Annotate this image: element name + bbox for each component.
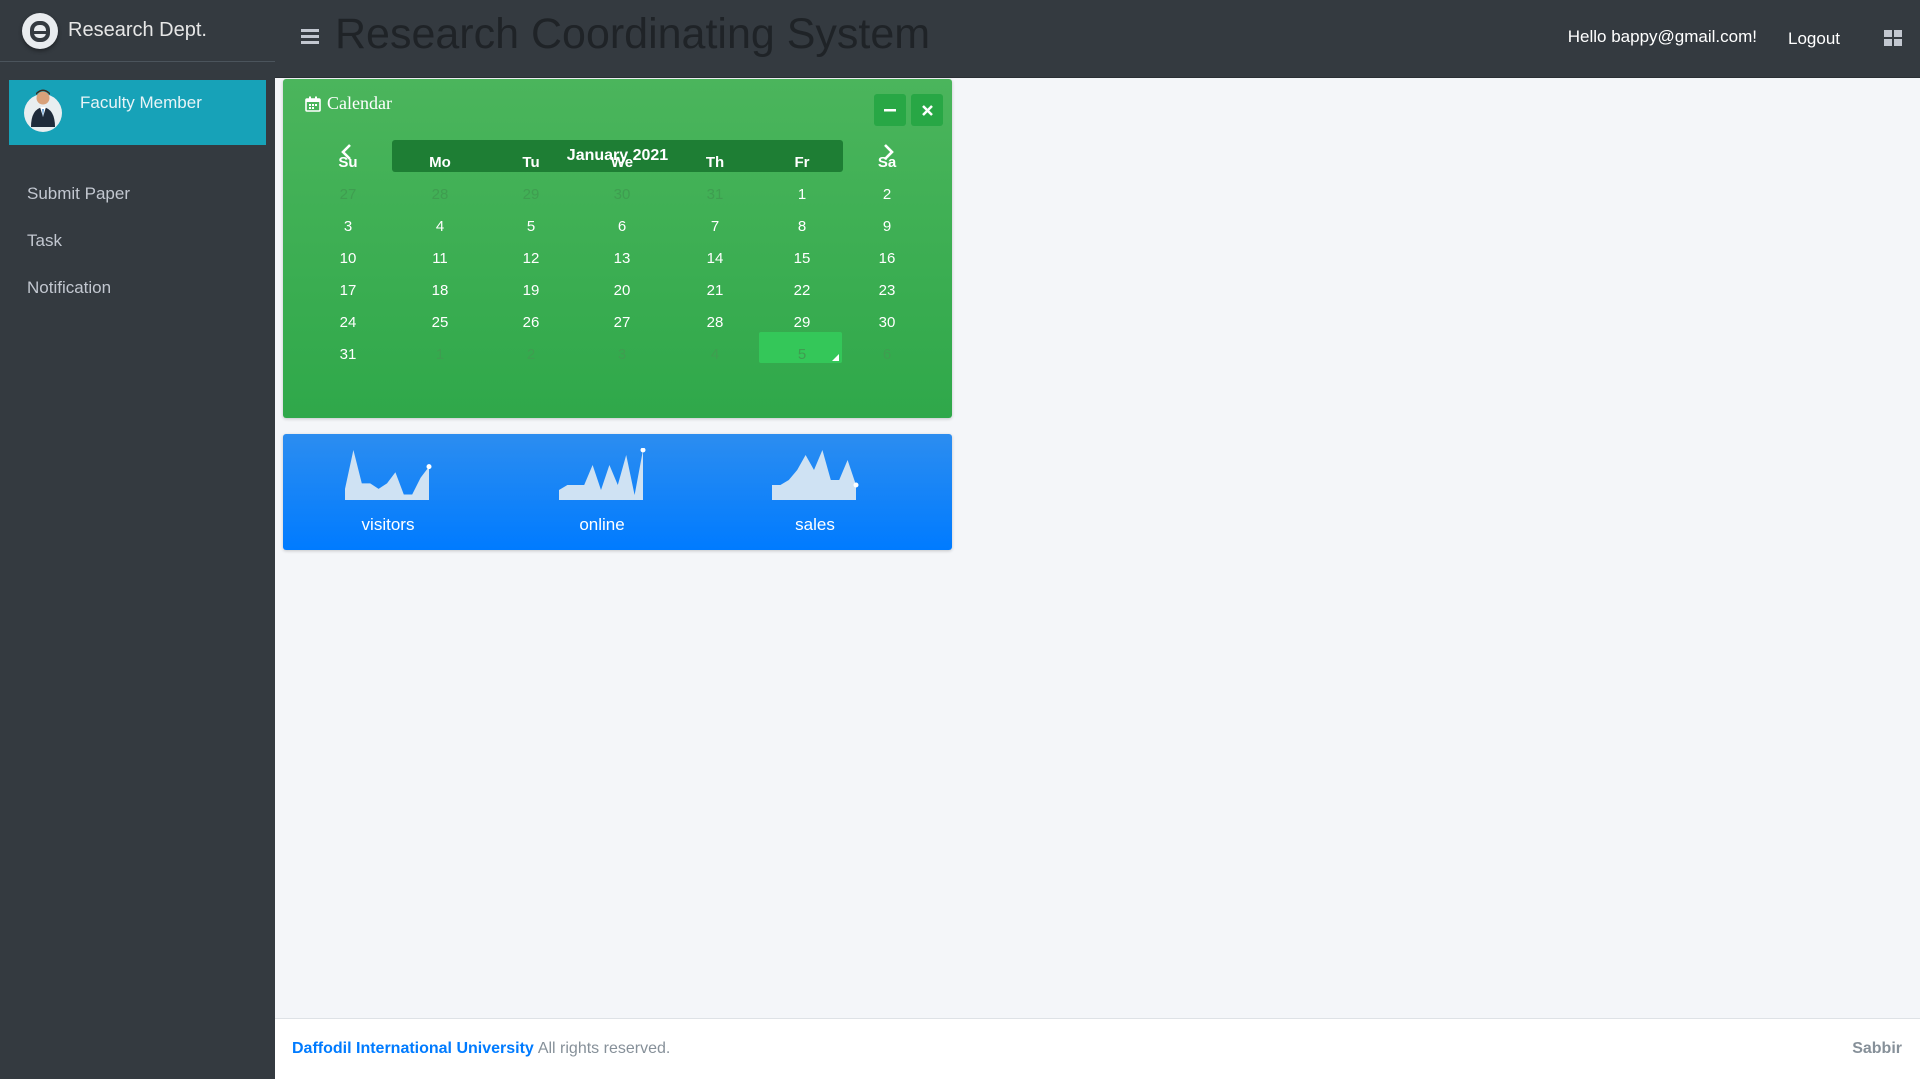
sidebar-nav: Submit Paper Task Notification	[0, 170, 275, 311]
calendar-day[interactable]: 4	[695, 346, 735, 363]
sparkline-label: visitors	[361, 515, 415, 534]
calendar-day[interactable]: 4	[420, 218, 460, 235]
sidebar: Research Dept. Faculty Member Submit Pap…	[0, 0, 275, 1079]
calendar-day[interactable]: 21	[695, 282, 735, 299]
calendar-day[interactable]: 24	[328, 314, 368, 331]
calendar-day[interactable]: 29	[511, 186, 551, 203]
calendar-day[interactable]: 28	[420, 186, 460, 203]
top-navbar: Research Coordinating System Hello bappy…	[275, 0, 1920, 78]
visitors-sparkline	[345, 450, 432, 500]
calendar-day[interactable]: 27	[328, 186, 368, 203]
calendar-day[interactable]: 8	[782, 218, 822, 235]
calendar-day[interactable]: 15	[782, 250, 822, 267]
page-title: Research Coordinating System	[335, 10, 931, 58]
calendar-day[interactable]: 30	[867, 314, 907, 331]
minimize-button[interactable]	[874, 94, 906, 126]
calendar-day[interactable]: 11	[420, 250, 460, 267]
calendar-day[interactable]: 20	[602, 282, 642, 299]
calendar-day[interactable]: 5	[782, 346, 822, 363]
weekday-header: Th	[705, 154, 725, 171]
sidebar-item-submit-paper[interactable]: Submit Paper	[0, 170, 275, 217]
sparkline-label: sales	[795, 515, 835, 534]
grid-icon[interactable]	[1884, 30, 1902, 46]
today-marker	[832, 354, 839, 361]
calendar-day[interactable]: 27	[602, 314, 642, 331]
online-sparkline-area	[559, 450, 643, 500]
logout-link[interactable]: Logout	[1788, 29, 1840, 49]
calendar-title: Calendar	[327, 93, 392, 113]
calendar-day[interactable]: 19	[511, 282, 551, 299]
calendar-day[interactable]: 1	[782, 186, 822, 203]
calendar-day[interactable]: 28	[695, 314, 735, 331]
calendar-day[interactable]: 3	[328, 218, 368, 235]
visitors-sparkline-area	[345, 450, 429, 500]
user-panel[interactable]: Faculty Member	[9, 80, 266, 145]
calendar-day[interactable]: 2	[511, 346, 551, 363]
weekday-header: We	[610, 154, 634, 171]
calendar-day[interactable]: 2	[867, 186, 907, 203]
close-button[interactable]	[911, 94, 943, 126]
calendar-day[interactable]: 18	[420, 282, 460, 299]
calendar-day[interactable]: 26	[511, 314, 551, 331]
user-name: Faculty Member	[80, 93, 202, 112]
sales-sparkline-area	[772, 450, 856, 500]
calendar-day[interactable]: 6	[867, 346, 907, 363]
calendar-card: Calendar January 2021 Su Mo Tu We Th Fr Sa 27 28…	[283, 79, 952, 418]
sparkline-card: visitors online sales	[283, 434, 952, 550]
user-greeting: Hello bappy@gmail.com!	[1567, 27, 1757, 46]
calendar-day[interactable]: 10	[328, 250, 368, 267]
calendar-day[interactable]: 31	[695, 186, 735, 203]
calendar-day[interactable]: 14	[695, 250, 735, 267]
online-sparkline-endpoint	[640, 447, 646, 453]
footer-author: Sabbir	[1852, 1040, 1902, 1057]
weekday-header: Fr	[794, 154, 810, 171]
calendar-day[interactable]: 17	[328, 282, 368, 299]
calendar-day[interactable]: 31	[328, 346, 368, 363]
weekday-header: Su	[338, 154, 358, 171]
calendar-day[interactable]: 29	[782, 314, 822, 331]
calendar-day[interactable]: 7	[695, 218, 735, 235]
calendar-day[interactable]: 25	[420, 314, 460, 331]
calendar-icon	[305, 96, 321, 112]
footer: Daffodil International University All ri…	[275, 1018, 1920, 1079]
weekday-header: Sa	[877, 154, 897, 171]
menu-toggle-icon[interactable]	[301, 29, 319, 47]
brand-text: Research Dept.	[68, 19, 207, 41]
online-sparkline	[559, 447, 646, 500]
calendar-day[interactable]: 30	[602, 186, 642, 203]
sparkline-sales: sales	[770, 448, 860, 535]
sparkline-label: online	[579, 515, 625, 534]
brand-link[interactable]: Research Dept.	[0, 0, 275, 62]
times-icon	[921, 104, 933, 116]
avatar	[24, 89, 62, 132]
footer-rights: All rights reserved.	[537, 1040, 671, 1057]
sales-sparkline-endpoint	[853, 482, 859, 488]
calendar-day[interactable]: 5	[511, 218, 551, 235]
calendar-day[interactable]: 22	[782, 282, 822, 299]
calendar-day[interactable]: 3	[602, 346, 642, 363]
brand-logo-icon	[22, 12, 58, 49]
calendar-day[interactable]: 23	[867, 282, 907, 299]
calendar-day[interactable]: 1	[420, 346, 460, 363]
sidebar-item-notification[interactable]: Notification	[0, 264, 275, 311]
calendar-day[interactable]: 6	[602, 218, 642, 235]
weekday-header: Mo	[429, 154, 451, 171]
calendar-day[interactable]: 13	[602, 250, 642, 267]
sidebar-item-task[interactable]: Task	[0, 217, 275, 264]
calendar-card-header: Calendar	[305, 93, 392, 114]
sales-sparkline	[772, 450, 859, 500]
visitors-sparkline-endpoint	[426, 464, 432, 470]
minus-icon	[884, 109, 896, 112]
footer-org-link[interactable]: Daffodil International University	[292, 1040, 534, 1058]
calendar-day[interactable]: 9	[867, 218, 907, 235]
weekday-header: Tu	[522, 154, 540, 171]
sparkline-online: online	[557, 447, 647, 535]
calendar-day[interactable]: 12	[511, 250, 551, 267]
sparkline-visitors: visitors	[343, 448, 433, 535]
calendar-day[interactable]: 16	[867, 250, 907, 267]
